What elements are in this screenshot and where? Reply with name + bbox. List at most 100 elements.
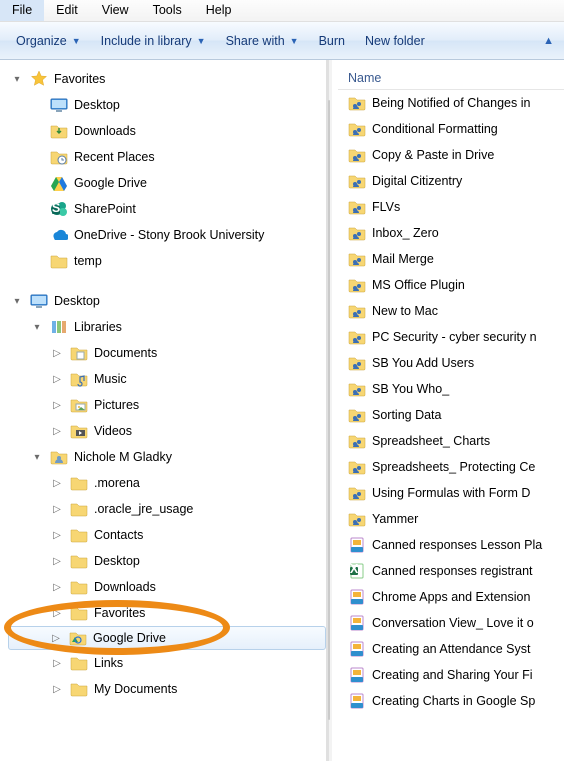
list-item[interactable]: Canned responses registrant (338, 558, 564, 584)
tree-item-label: .oracle_jre_usage (94, 502, 193, 516)
list-item[interactable]: Digital Citizentry (338, 168, 564, 194)
tree-item-label: Desktop (94, 554, 140, 568)
gslide-icon (348, 614, 366, 632)
list-item[interactable]: Sorting Data (338, 402, 564, 428)
tree-item[interactable]: ▶OneDrive - Stony Brook University (10, 222, 326, 248)
list-item[interactable]: SB You Who_ (338, 376, 564, 402)
chevron-right-icon[interactable]: ▷ (50, 374, 64, 385)
tree-item[interactable]: ▷My Documents (10, 676, 326, 702)
tree-item[interactable]: ▾Desktop (10, 288, 326, 314)
list-item[interactable]: Copy & Paste in Drive (338, 142, 564, 168)
chevron-right-icon[interactable]: ▷ (50, 608, 64, 619)
list-item[interactable]: MS Office Plugin (338, 272, 564, 298)
chevron-right-icon[interactable]: ▷ (50, 400, 64, 411)
menu-edit[interactable]: Edit (44, 0, 90, 21)
chevron-right-icon[interactable]: ▷ (49, 633, 63, 644)
chevron-down-icon[interactable]: ▾ (10, 296, 24, 307)
chevron-right-icon[interactable]: ▷ (50, 556, 64, 567)
chevron-right-icon[interactable]: ▷ (50, 530, 64, 541)
navigation-tree[interactable]: ▾ Favorites ▶Desktop▶Downloads▶Recent Plac… (0, 60, 326, 761)
list-item[interactable]: Creating Charts in Google Sp (338, 688, 564, 714)
tree-item[interactable]: ▶Recent Places (10, 144, 326, 170)
tree-item[interactable]: ▷ Downloads (10, 574, 326, 600)
chevron-down-icon[interactable]: ▾ (30, 452, 44, 463)
chevron-right-icon[interactable]: ▷ (50, 504, 64, 515)
tree-item[interactable]: ▷ .oracle_jre_usage (10, 496, 326, 522)
tree-item[interactable]: ▾ Favorites (10, 66, 326, 92)
list-item[interactable]: Chrome Apps and Extension (338, 584, 564, 610)
tree-item[interactable]: ▾Libraries (10, 314, 326, 340)
list-item[interactable]: Being Notified of Changes in (338, 90, 564, 116)
list-item-label: Conditional Formatting (372, 122, 498, 136)
list-item-label: Yammer (372, 512, 418, 526)
list-item[interactable]: Canned responses Lesson Pla (338, 532, 564, 558)
list-item[interactable]: FLVs (338, 194, 564, 220)
sharef-icon (348, 302, 366, 320)
new-folder-button[interactable]: New folder (355, 28, 435, 54)
tree-item[interactable]: ▷.morena (10, 470, 326, 496)
list-item[interactable]: Conditional Formatting (338, 116, 564, 142)
list-item-label: Inbox_ Zero (372, 226, 439, 240)
list-item[interactable]: Creating and Sharing Your Fi (338, 662, 564, 688)
sharef-icon (348, 250, 366, 268)
sharef-icon (348, 380, 366, 398)
list-item[interactable]: Spreadsheet_ Charts (338, 428, 564, 454)
share-with-button[interactable]: Share with▼ (216, 28, 309, 54)
chevron-right-icon[interactable]: ▷ (50, 582, 64, 593)
menu-help[interactable]: Help (194, 0, 244, 21)
tree-item[interactable]: ▶SharePoint (10, 196, 326, 222)
list-item[interactable]: Inbox_ Zero (338, 220, 564, 246)
chevron-right-icon[interactable]: ▷ (50, 478, 64, 489)
tree-item[interactable]: ▶temp (10, 248, 326, 274)
chevron-right-icon[interactable]: ▷ (50, 348, 64, 359)
sharef-icon (348, 432, 366, 450)
list-item[interactable]: Mail Merge (338, 246, 564, 272)
menu-file[interactable]: File (0, 0, 44, 21)
organize-button[interactable]: Organize▼ (6, 28, 91, 54)
list-item[interactable]: SB You Add Users (338, 350, 564, 376)
menu-tools[interactable]: Tools (141, 0, 194, 21)
chevron-down-icon[interactable]: ▾ (30, 322, 44, 333)
list-item[interactable]: PC Security - cyber security n (338, 324, 564, 350)
burn-button[interactable]: Burn (309, 28, 355, 54)
list-item[interactable]: Yammer (338, 506, 564, 532)
desktop-icon (30, 292, 48, 310)
tree-item-label: Favorites (54, 72, 105, 86)
tree-item[interactable]: ▶Downloads (10, 118, 326, 144)
splitter[interactable] (326, 60, 332, 761)
gslide-icon (348, 666, 366, 684)
tree-item[interactable]: ▶Desktop (10, 92, 326, 118)
tree-item-label: temp (74, 254, 102, 268)
chevron-right-icon[interactable]: ▷ (50, 426, 64, 437)
tree-item[interactable]: ▾Nichole M Gladky (10, 444, 326, 470)
tree-item[interactable]: ▷Contacts (10, 522, 326, 548)
tree-item[interactable]: ▷Music (10, 366, 326, 392)
xlsx-icon (348, 562, 366, 580)
list-item-label: New to Mac (372, 304, 438, 318)
list-item[interactable]: Creating an Attendance Syst (338, 636, 564, 662)
tree-item[interactable]: ▷ Desktop (10, 548, 326, 574)
tree-item[interactable]: ▷Links (10, 650, 326, 676)
column-header-name[interactable]: Name (338, 66, 564, 90)
list-item[interactable]: Spreadsheets_ Protecting Ce (338, 454, 564, 480)
gslide-icon (348, 640, 366, 658)
list-item[interactable]: Using Formulas with Form D (338, 480, 564, 506)
tree-item[interactable]: ▷ Pictures (10, 392, 326, 418)
tree-item-label: Downloads (94, 580, 156, 594)
file-list-pane: Name Being Notified of Changes in Conditi… (332, 60, 564, 761)
include-in-library-button[interactable]: Include in library▼ (91, 28, 216, 54)
chevron-right-icon[interactable]: ▷ (50, 684, 64, 695)
tree-item[interactable]: ▷Videos (10, 418, 326, 444)
list-item[interactable]: New to Mac (338, 298, 564, 324)
tree-item[interactable]: ▶Google Drive (10, 170, 326, 196)
menu-view[interactable]: View (90, 0, 141, 21)
collapse-icon[interactable]: ▲ (543, 35, 554, 47)
tree-item-label: Pictures (94, 398, 139, 412)
tree-item[interactable]: ▷Google Drive (8, 626, 326, 650)
onedrive-icon (50, 226, 68, 244)
tree-item[interactable]: ▷Documents (10, 340, 326, 366)
chevron-down-icon[interactable]: ▾ (10, 74, 24, 85)
chevron-right-icon[interactable]: ▷ (50, 658, 64, 669)
list-item[interactable]: Conversation View_ Love it o (338, 610, 564, 636)
tree-item[interactable]: ▷Favorites (10, 600, 326, 626)
